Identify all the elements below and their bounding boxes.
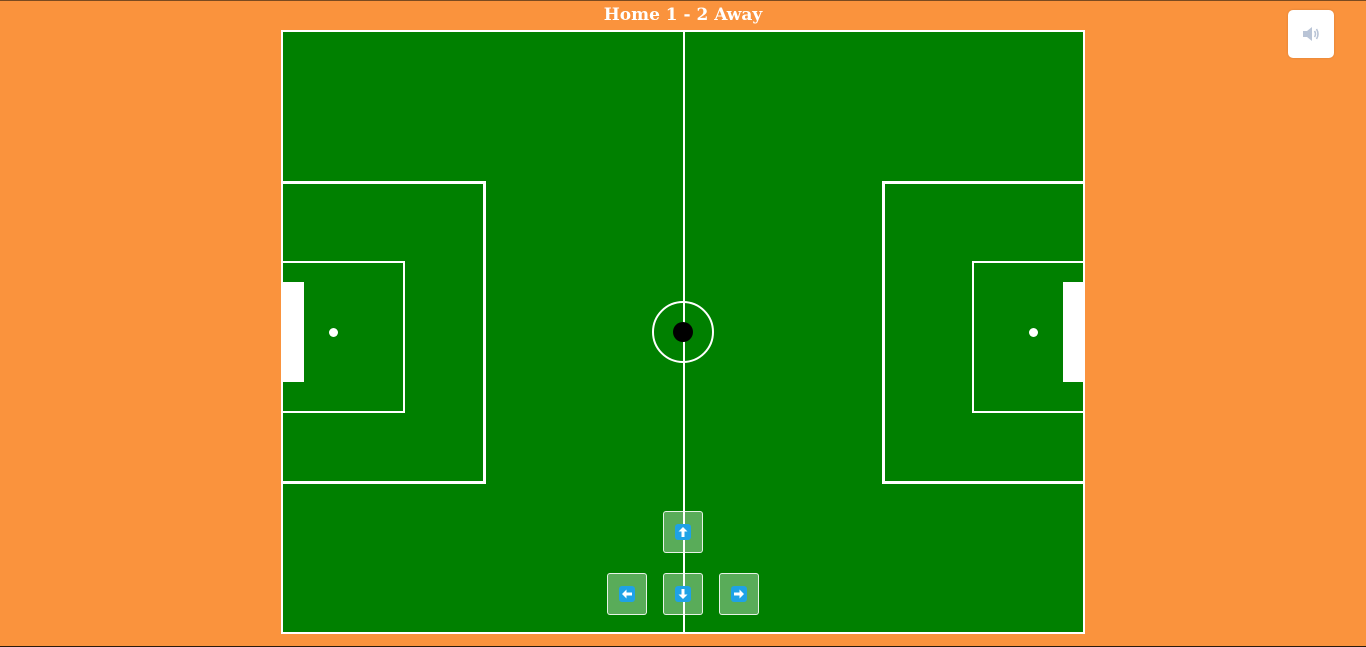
right-penalty-spot	[1029, 328, 1038, 337]
sound-toggle-button[interactable]	[1288, 10, 1334, 58]
move-left-button[interactable]	[607, 573, 647, 615]
soccer-field	[281, 30, 1085, 634]
move-down-button[interactable]	[663, 573, 703, 615]
left-penalty-spot	[329, 328, 338, 337]
ball	[673, 322, 693, 342]
arrow-left-icon	[619, 586, 635, 602]
move-right-button[interactable]	[719, 573, 759, 615]
arrow-down-icon	[675, 586, 691, 602]
arrow-up-icon	[675, 524, 691, 540]
arrow-right-icon	[731, 586, 747, 602]
speaker-icon	[1303, 27, 1319, 41]
left-goal	[283, 282, 304, 382]
right-goal	[1063, 282, 1085, 382]
move-up-button[interactable]	[663, 511, 703, 553]
scoreboard: Home 1 - 2 Away	[603, 5, 763, 25]
